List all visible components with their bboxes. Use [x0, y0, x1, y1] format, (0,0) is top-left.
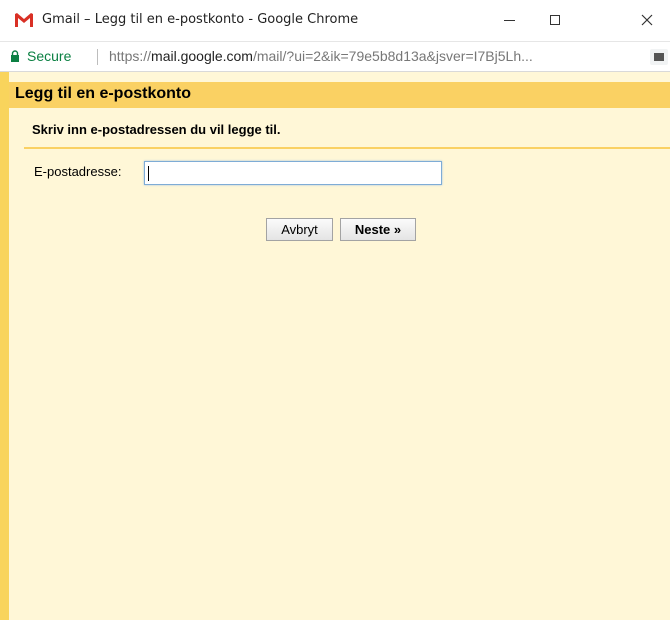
- gmail-icon: [15, 13, 33, 27]
- email-field[interactable]: [144, 161, 442, 185]
- window-title: Gmail – Legg til en e-postkonto - Google…: [42, 12, 359, 27]
- close-icon: [641, 14, 653, 26]
- address-separator: [97, 49, 98, 65]
- url-path: /mail/?ui=2&ik=79e5b8d13a&jsver=I7Bj5Lh.…: [252, 48, 533, 64]
- secure-label: Secure: [27, 48, 72, 64]
- maximize-button[interactable]: [532, 0, 578, 40]
- minimize-icon: [503, 19, 515, 21]
- close-button[interactable]: [624, 0, 670, 40]
- url-scheme: https://: [109, 48, 152, 64]
- url-text[interactable]: https://mail.google.com/mail/?ui=2&ik=79…: [109, 48, 641, 64]
- email-label: E-postadresse:: [34, 164, 122, 179]
- dialog-header: Legg til en e-postkonto: [9, 82, 670, 108]
- text-caret: [148, 166, 149, 181]
- next-button[interactable]: Neste »: [340, 218, 416, 241]
- maximize-icon: [550, 15, 560, 25]
- address-bar[interactable]: Secure https://mail.google.com/mail/?ui=…: [0, 42, 670, 72]
- translate-icon[interactable]: [650, 49, 668, 65]
- dialog-body: Legg til en e-postkonto Skriv inn e-post…: [0, 72, 670, 620]
- url-host: mail.google.com: [151, 48, 253, 64]
- instruction-text: Skriv inn e-postadressen du vil legge ti…: [32, 122, 281, 137]
- lock-icon: [11, 50, 19, 62]
- window-titlebar: Gmail – Legg til en e-postkonto - Google…: [0, 0, 670, 42]
- divider: [24, 147, 670, 149]
- dialog-title: Legg til en e-postkonto: [15, 85, 191, 102]
- cancel-button[interactable]: Avbryt: [266, 218, 333, 241]
- minimize-button[interactable]: [486, 0, 532, 40]
